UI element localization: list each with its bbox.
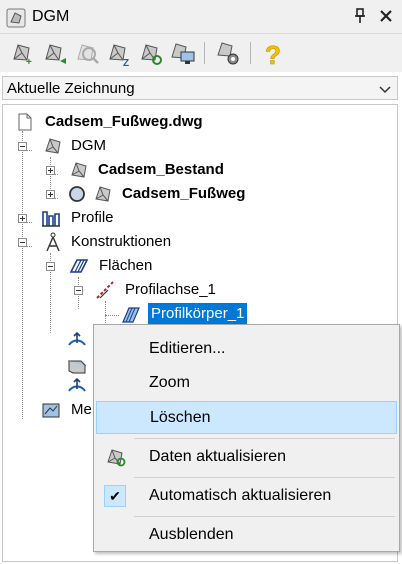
tree-label-profile: Profile (71, 209, 114, 226)
close-icon[interactable] (377, 6, 395, 26)
tree-label-dgm: DGM (71, 137, 106, 154)
tree-label-profilachse: Profilachse_1 (125, 281, 216, 298)
tree-node-dgm-fussweg[interactable]: Cadsem_Fußweg (3, 183, 397, 205)
tree-node-konstruktionen[interactable]: Konstruktionen (3, 231, 397, 253)
toolbar: + Z ? (0, 34, 402, 72)
collapse-icon[interactable] (18, 142, 27, 151)
panel-titlebar: DGM (0, 0, 402, 34)
svg-text:Z: Z (123, 58, 129, 67)
menu-item-zoom-label: Zoom (149, 374, 190, 391)
pin-icon[interactable] (352, 6, 368, 26)
menu-separator (134, 477, 395, 478)
tree-label-drawing: Cadsem_Fußweg.dwg (45, 113, 203, 130)
menu-separator (134, 516, 395, 517)
collapse-icon[interactable] (46, 262, 55, 271)
help-icon[interactable]: ? (258, 39, 286, 71)
dgm-screen-icon[interactable] (168, 39, 196, 67)
menu-item-refresh-label: Daten aktualisieren (149, 448, 286, 465)
tree-label-profilkoerper: Profilkörper_1 (148, 303, 248, 325)
profile-icon (41, 208, 61, 228)
dgm-icon (93, 184, 113, 204)
dgm-refresh-icon[interactable] (136, 39, 164, 67)
collapse-icon[interactable] (18, 238, 27, 247)
dgm-icon (43, 136, 63, 156)
arrow-up-icon (67, 375, 87, 395)
tree-node-profilachse[interactable]: Profilachse_1 (3, 279, 397, 301)
menu-item-edit-label: Editieren... (149, 340, 226, 357)
dgm-z-icon[interactable]: Z (104, 39, 132, 69)
menu-item-hide[interactable]: Ausblenden (96, 519, 397, 551)
tree-label-dgm-bestand: Cadsem_Bestand (98, 161, 224, 178)
tree-node-profile[interactable]: Profile (3, 207, 397, 229)
menu-item-delete-label: Löschen (150, 409, 211, 426)
context-menu: Editieren... Zoom Löschen Daten aktualis… (93, 324, 400, 552)
expand-icon[interactable] (18, 214, 27, 223)
volume-icon (67, 355, 87, 375)
body-icon (121, 304, 141, 324)
tree-node-drawing[interactable]: Cadsem_Fußweg.dwg (3, 111, 397, 133)
dgm-zoom-icon[interactable] (72, 39, 100, 67)
menu-item-zoom[interactable]: Zoom (96, 367, 397, 399)
menu-item-auto-refresh[interactable]: ✔ Automatisch aktualisieren (96, 480, 397, 512)
menu-item-edit[interactable]: Editieren... (96, 333, 397, 365)
menu-item-delete[interactable]: Löschen (96, 401, 397, 434)
tree-label-dgm-fussweg: Cadsem_Fußweg (122, 185, 246, 202)
tree-node-dgm-bestand[interactable]: Cadsem_Bestand (3, 159, 397, 181)
checkmark-icon: ✔ (104, 485, 126, 507)
toolbar-separator (250, 42, 251, 64)
measure-icon (41, 400, 61, 420)
tree-label-konstruktionen: Konstruktionen (71, 233, 172, 250)
dgm-settings-icon[interactable] (214, 39, 242, 67)
dgm-refresh-icon (106, 447, 126, 467)
document-icon (15, 112, 35, 132)
menu-item-refresh[interactable]: Daten aktualisieren (96, 441, 397, 473)
compass-icon (43, 232, 63, 252)
svg-text:+: + (26, 57, 32, 67)
tree-node-dgm[interactable]: DGM (3, 135, 397, 157)
menu-item-hide-label: Ausblenden (149, 526, 234, 543)
dgm-panel-icon (6, 8, 26, 28)
expand-icon[interactable] (46, 190, 55, 199)
svg-text:?: ? (265, 40, 281, 67)
drawing-select-value: Aktuelle Zeichnung (7, 80, 135, 97)
menu-separator (134, 438, 395, 439)
tree-label-flaechen: Flächen (99, 257, 153, 274)
tree-label-measure: Me (71, 401, 92, 418)
expand-icon[interactable] (46, 166, 55, 175)
dgm-add-icon[interactable] (40, 39, 68, 67)
surface-icon (69, 256, 89, 276)
axis-icon (95, 280, 115, 300)
chevron-down-icon (379, 82, 391, 94)
dgm-new-icon[interactable]: + (8, 39, 36, 68)
tree-node-flaechen[interactable]: Flächen (3, 255, 397, 277)
menu-item-auto-refresh-label: Automatisch aktualisieren (149, 487, 332, 504)
toolbar-separator (204, 42, 205, 64)
collapse-icon[interactable] (74, 286, 83, 295)
dgm-icon (69, 160, 89, 180)
arrow-up-icon (67, 331, 87, 351)
panel-title: DGM (32, 8, 70, 25)
circle-icon (67, 184, 87, 204)
drawing-select[interactable]: Aktuelle Zeichnung (2, 76, 398, 100)
tree-node-profilkoerper[interactable]: Profilkörper_1 (3, 303, 397, 325)
